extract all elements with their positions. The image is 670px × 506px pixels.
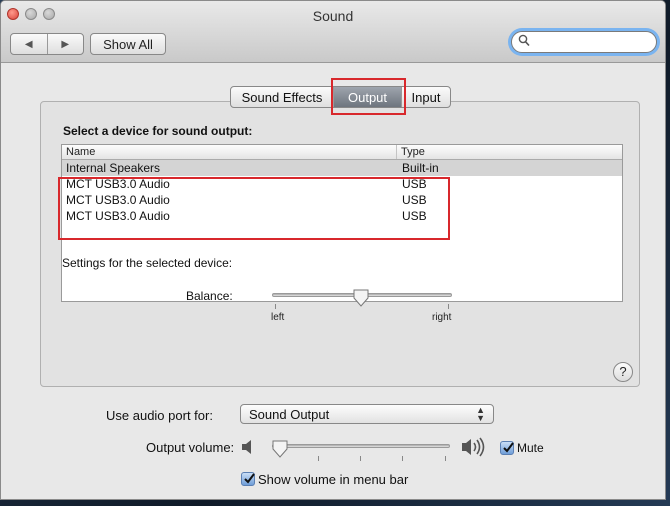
back-button[interactable]: ◀ <box>11 34 48 54</box>
volume-tick <box>360 456 361 461</box>
output-volume-slider-track[interactable] <box>272 444 450 448</box>
tab-bar: Sound Effects Output Input <box>230 86 451 108</box>
audio-port-select[interactable]: Sound Output ▲ ▼ <box>240 404 494 424</box>
search-input[interactable] <box>532 34 647 50</box>
speaker-high-icon <box>460 437 490 462</box>
device-name: Internal Speakers <box>66 161 161 175</box>
audio-port-value: Sound Output <box>249 407 330 422</box>
output-volume-label: Output volume: <box>146 440 235 455</box>
window-title: Sound <box>312 8 354 24</box>
show-volume-menubar-label: Show volume in menu bar <box>258 472 409 487</box>
back-forward-buttons: ◀ ▶ <box>10 33 84 55</box>
volume-tick <box>445 456 446 461</box>
speaker-low-icon <box>240 439 256 460</box>
device-row-mct-usb-3[interactable]: MCT USB3.0 Audio USB <box>62 208 622 224</box>
tab-output[interactable]: Output <box>334 87 402 107</box>
output-volume-slider-thumb[interactable] <box>272 440 288 458</box>
device-row-internal-speakers[interactable]: Internal Speakers Built-in <box>62 160 622 176</box>
device-name: MCT USB3.0 Audio <box>66 209 170 223</box>
balance-tick-right <box>448 304 449 309</box>
output-device-table[interactable]: Name Type Internal Speakers Built-in MCT… <box>61 144 623 302</box>
search-field[interactable] <box>511 31 657 53</box>
volume-tick <box>318 456 319 461</box>
device-type: USB <box>402 177 427 191</box>
device-type: USB <box>402 209 427 223</box>
column-header-name[interactable]: Name <box>62 145 397 159</box>
table-header: Name Type <box>62 145 622 160</box>
device-name: MCT USB3.0 Audio <box>66 177 170 191</box>
mute-label: Mute <box>517 441 544 455</box>
select-arrows-icon: ▲ ▼ <box>476 405 485 423</box>
balance-slider-thumb[interactable] <box>353 289 369 307</box>
magnifier-icon <box>518 34 530 50</box>
audio-port-label: Use audio port for: <box>106 408 213 423</box>
title-bar: Sound ◀ ▶ Show All <box>1 1 665 63</box>
balance-label: Balance: <box>186 289 233 303</box>
show-all-button[interactable]: Show All <box>90 33 166 55</box>
balance-left-label: left <box>271 312 285 323</box>
device-section-title: Select a device for sound output: <box>63 124 253 138</box>
device-type: USB <box>402 193 427 207</box>
balance-right-label: right <box>432 312 452 323</box>
tab-sound-effects[interactable]: Sound Effects <box>231 87 334 107</box>
volume-tick <box>402 456 403 461</box>
device-type: Built-in <box>402 161 439 175</box>
device-name: MCT USB3.0 Audio <box>66 193 170 207</box>
column-header-type[interactable]: Type <box>397 145 425 159</box>
tab-input[interactable]: Input <box>402 87 450 107</box>
help-button[interactable]: ? <box>613 362 633 382</box>
device-row-mct-usb-2[interactable]: MCT USB3.0 Audio USB <box>62 192 622 208</box>
forward-button[interactable]: ▶ <box>48 34 84 54</box>
mute-checkbox[interactable] <box>500 441 514 455</box>
settings-label: Settings for the selected device: <box>62 256 233 270</box>
device-row-mct-usb-1[interactable]: MCT USB3.0 Audio USB <box>62 176 622 192</box>
balance-tick-left <box>275 304 276 309</box>
show-volume-menubar-checkbox[interactable] <box>241 472 255 486</box>
